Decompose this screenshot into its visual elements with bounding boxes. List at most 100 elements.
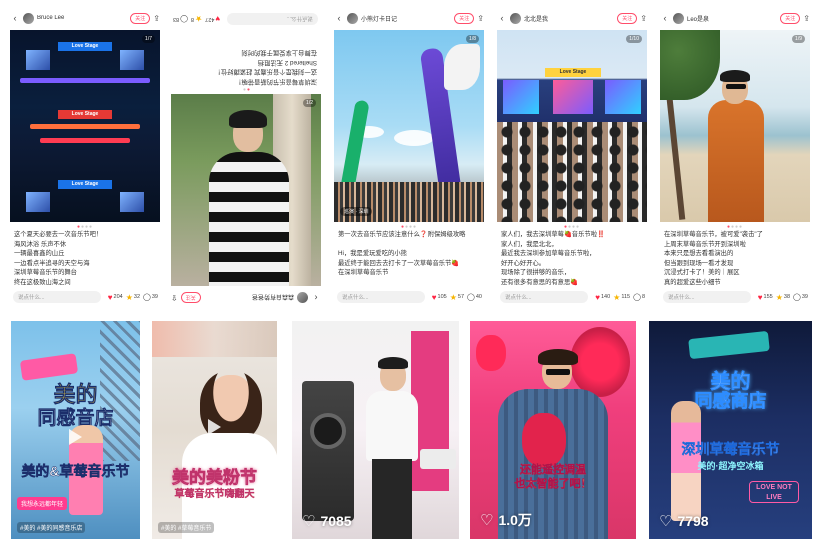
like-button[interactable]: ♥ 155	[758, 293, 773, 302]
comment-input[interactable]: 说点什么...	[227, 13, 318, 25]
follow-button[interactable]: 关注	[130, 12, 151, 24]
avatar[interactable]	[347, 12, 358, 24]
video-likes[interactable]: ♡ 7798	[659, 512, 709, 530]
like-count: 155	[763, 294, 773, 300]
video-card[interactable]: 还能遥控调温 也太智能了吧！ ♡ 1.0万	[470, 321, 636, 539]
post-photo[interactable]: 1/2	[171, 94, 321, 286]
heart-icon: ♥	[595, 292, 600, 302]
post-text: 在深圳草莓音乐节，被可爱"袭击"了 上周末草莓音乐节开到深圳啦 本来只是想去看看…	[664, 231, 763, 286]
post-header: ‹ Leo是泉 关注 ⇪	[660, 8, 810, 28]
collect-button[interactable]: ★ 38	[776, 293, 790, 302]
avatar[interactable]	[673, 12, 684, 24]
comment-button[interactable]: ◯ 40	[467, 293, 482, 301]
post-card[interactable]: ‹ 森森自有势爸爸 关注 ⇪ 1/2 ●● 深圳草莓音乐节的新晋带嘛！ 这一刻我…	[171, 8, 321, 308]
follow-button[interactable]: 关注	[617, 12, 638, 24]
comment-input[interactable]: 说点什么...	[13, 291, 101, 303]
video-subtitle: 草莓音乐节嗨翻天	[174, 489, 255, 500]
video-title: 美的&草莓音乐节	[21, 463, 130, 480]
post-text: 深圳草莓音乐节的新晋带嘛！ 这一刻我是个音乐嘉宾 赶紧蹲好位！ Sheltere…	[214, 49, 318, 85]
comment-bubble-icon: ◯	[143, 294, 151, 301]
location-tag[interactable]: 巡演 · 深圳	[340, 207, 373, 216]
back-arrow-icon[interactable]: ‹	[660, 13, 670, 23]
avatar[interactable]	[297, 292, 308, 304]
heart-icon: ♥	[431, 292, 437, 302]
collect-button[interactable]: ★ 8	[191, 15, 202, 24]
photo-counter: 1/2	[303, 99, 316, 107]
video-caption: 也太智能了吧！	[514, 478, 592, 490]
video-card[interactable]: 美的 同感音店 美的&草莓音乐节 我想永远都年轻 #美的 #美的同感音乐店	[11, 321, 140, 539]
avatar[interactable]	[23, 12, 34, 24]
back-arrow-icon[interactable]: ‹	[10, 13, 20, 23]
play-icon[interactable]	[69, 429, 82, 445]
star-icon: ★	[449, 292, 457, 302]
like-count: 204	[113, 294, 123, 300]
follow-button[interactable]: 关注	[180, 292, 201, 304]
author-name[interactable]: 森森自有势爸爸	[201, 294, 294, 303]
like-button[interactable]: ♥ 427	[205, 15, 220, 24]
hashtag-line[interactable]: #美的 #草莓音乐节	[158, 522, 215, 533]
like-button[interactable]: ♥ 105	[432, 293, 447, 302]
comment-button[interactable]: ◯ 39	[143, 293, 158, 301]
post-photo[interactable]: 巡演 · 深圳 1/8	[334, 30, 484, 222]
share-icon[interactable]: ⇪	[640, 14, 647, 23]
collect-count: 38	[783, 294, 791, 300]
collect-button[interactable]: ★ 57	[450, 293, 464, 302]
share-icon[interactable]: ⇪	[477, 14, 484, 23]
video-likes[interactable]: ♡ 7085	[302, 512, 352, 530]
collect-count: 57	[457, 294, 465, 300]
video-title: 深圳草莓音乐节	[681, 441, 780, 457]
back-arrow-icon[interactable]: ‹	[334, 13, 344, 23]
collect-button[interactable]: ★ 115	[613, 293, 630, 302]
hashtag-line[interactable]: #美的 #美的同感音乐店	[17, 522, 86, 533]
post-card[interactable]: ‹ Bruce Lee 关注 ⇪ Love Stage Love Stage L…	[10, 8, 160, 308]
follow-button[interactable]: 关注	[454, 12, 475, 24]
video-card[interactable]: 美的美粉节 草莓音乐节嗨翻天 #美的 #草莓音乐节	[152, 321, 277, 539]
back-arrow-icon[interactable]: ‹	[311, 293, 321, 303]
back-arrow-icon[interactable]: ‹	[497, 13, 507, 23]
follow-button[interactable]: 关注	[780, 12, 801, 24]
like-button[interactable]: ♥ 204	[108, 293, 123, 302]
post-footer: 说点什么... ♥ 155 ★ 38 ◯ 39	[663, 290, 808, 304]
collect-count: 32	[133, 294, 141, 300]
like-count: 1.0万	[498, 512, 532, 528]
share-icon[interactable]: ⇪	[171, 294, 178, 303]
comment-count: 39	[151, 294, 158, 300]
heart-icon: ♥	[107, 292, 113, 302]
comment-input[interactable]: 说点什么...	[500, 291, 589, 303]
collect-button[interactable]: ★ 32	[126, 293, 140, 302]
video-card[interactable]: ♡ 7085	[292, 321, 459, 539]
stage-sign: Love Stage	[58, 42, 112, 51]
comment-button[interactable]: ◯ 83	[173, 15, 188, 23]
share-icon[interactable]: ⇪	[803, 14, 810, 23]
author-name[interactable]: 北北是我	[524, 14, 617, 23]
comment-count: 40	[475, 294, 482, 300]
post-card[interactable]: ‹ 小熊灯卡日记 关注 ⇪ 巡演 · 深圳 1/8 ●●●● 第一次去音乐节应该…	[334, 8, 484, 308]
post-photo[interactable]: Love Stage Love Stage Love Stage 1/7	[10, 30, 160, 222]
comment-button[interactable]: ◯ 8	[633, 293, 645, 301]
comment-count: 8	[641, 294, 645, 300]
author-name[interactable]: Bruce Lee	[37, 15, 130, 21]
post-card[interactable]: ‹ Leo是泉 关注 ⇪ 1/9 ●●●● 在深圳草莓音乐节，被可爱"袭击"了 …	[660, 8, 810, 308]
video-card[interactable]: 美的 同感商店 深圳草莓音乐节 美的·超净空冰箱 LOVE NOT LIVE ♡…	[649, 321, 812, 539]
comment-button[interactable]: ◯ 39	[793, 293, 808, 301]
like-button[interactable]: ♥ 140	[595, 293, 610, 302]
comment-bubble-icon: ◯	[180, 15, 188, 22]
video-likes[interactable]: ♡ 1.0万	[480, 510, 532, 530]
heart-icon: ♥	[215, 14, 221, 24]
post-photo[interactable]: Love Stage 1/10	[497, 30, 647, 222]
comment-input[interactable]: 说点什么...	[663, 291, 751, 303]
author-name[interactable]: Leo是泉	[687, 14, 780, 23]
like-count: 427	[205, 16, 215, 22]
photo-counter: 1/7	[142, 35, 155, 43]
avatar[interactable]	[510, 12, 521, 24]
post-photo[interactable]: 1/9	[660, 30, 810, 222]
comment-input[interactable]: 说点什么...	[337, 291, 425, 303]
star-icon: ★	[775, 292, 783, 302]
post-card[interactable]: ‹ 北北是我 关注 ⇪ Love Stage 1/10 ●●●● 家人们，我去深…	[497, 8, 647, 308]
like-count: 105	[437, 294, 447, 300]
share-icon[interactable]: ⇪	[153, 14, 160, 23]
post-header: ‹ 小熊灯卡日记 关注 ⇪	[334, 8, 484, 28]
play-icon[interactable]	[208, 419, 221, 435]
author-name[interactable]: 小熊灯卡日记	[361, 14, 454, 23]
stage-sign: Love Stage	[58, 110, 112, 119]
